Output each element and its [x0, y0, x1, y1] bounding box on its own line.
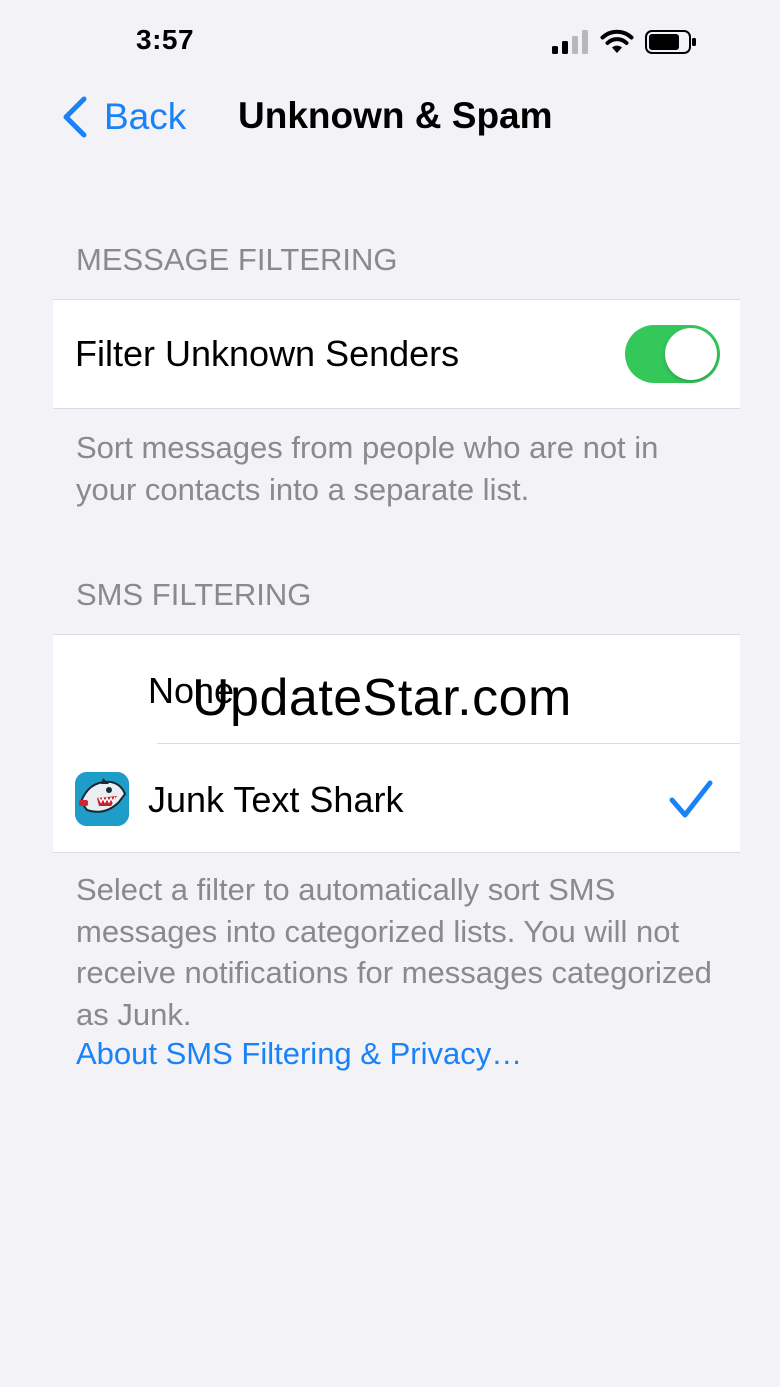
status-time: 3:57	[136, 24, 195, 55]
back-button[interactable]: Back	[60, 92, 186, 142]
option-none-label: None	[148, 670, 235, 711]
sms-filter-option-none[interactable]: None	[53, 635, 740, 743]
battery-icon	[645, 30, 696, 54]
about-sms-filtering-link[interactable]: About SMS Filtering & Privacy…	[76, 1036, 522, 1072]
sms-filter-option-junk-text-shark[interactable]: Junk Text Shark	[53, 744, 740, 852]
back-label: Back	[104, 96, 187, 137]
sms-filtering-group: None Junk Text Shark	[53, 634, 740, 853]
message-filtering-group: Filter Unknown Senders	[53, 299, 740, 409]
message-filtering-header: MESSAGE FILTERING	[76, 242, 398, 277]
filter-unknown-senders-label: Filter Unknown Senders	[75, 333, 460, 374]
sms-filtering-header: SMS FILTERING	[76, 577, 312, 612]
page-title: Unknown & Spam	[238, 95, 553, 136]
checkmark-icon	[669, 780, 713, 818]
cellular-signal-icon	[552, 30, 588, 54]
filter-unknown-senders-toggle[interactable]	[625, 325, 720, 383]
toggle-knob	[665, 328, 717, 380]
sms-filtering-footer: Select a filter to automatically sort SM…	[76, 872, 712, 1032]
chevron-left-icon	[63, 96, 87, 138]
wifi-icon	[600, 29, 634, 53]
junk-text-shark-app-icon	[75, 772, 129, 826]
option-junk-text-shark-label: Junk Text Shark	[148, 779, 404, 820]
message-filtering-footer: Sort messages from people who are not in…	[76, 430, 659, 507]
